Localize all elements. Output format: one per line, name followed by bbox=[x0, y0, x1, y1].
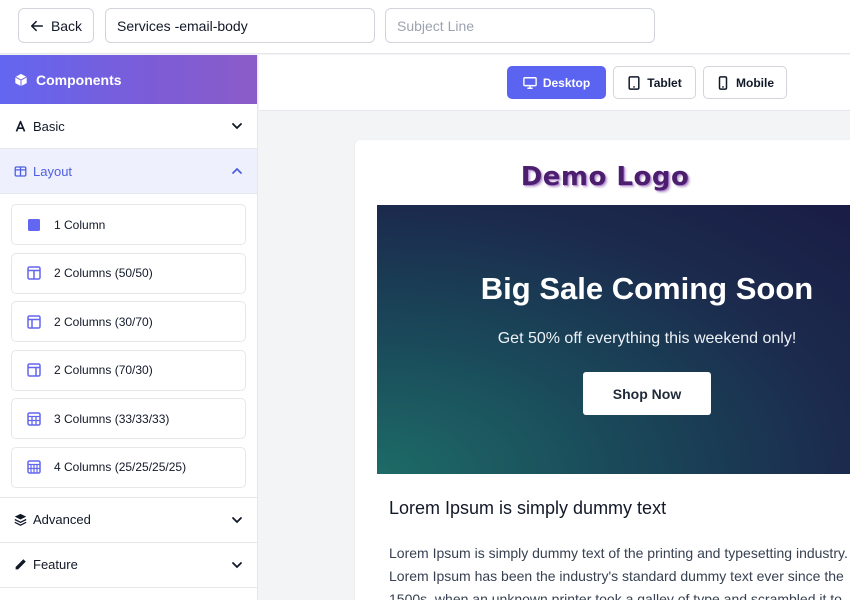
hero-title: Big Sale Coming Soon bbox=[480, 271, 814, 306]
tablet-icon bbox=[628, 75, 640, 90]
grid-icon bbox=[27, 460, 41, 474]
monitor-icon bbox=[523, 76, 537, 89]
hero-subtitle: Get 50% off everything this weekend only… bbox=[497, 330, 797, 347]
layout-item-label: 3 Columns (33/33/33) bbox=[54, 411, 170, 426]
sidebar-title: Components bbox=[36, 71, 122, 88]
section-advanced[interactable]: Advanced bbox=[0, 497, 257, 543]
back-button-label: Back bbox=[50, 17, 83, 34]
arrow-left-icon bbox=[30, 20, 43, 31]
email-preview-canvas[interactable]: Demo Logo Big Sale Coming Soon Get 50% o… bbox=[355, 140, 850, 600]
mobile-icon bbox=[718, 75, 728, 90]
layout-item-4-columns[interactable]: 4 Columns (25/25/25/25) bbox=[11, 446, 246, 488]
section-basic-label: Basic bbox=[33, 118, 65, 134]
columns-icon bbox=[27, 363, 41, 377]
grid-icon bbox=[27, 411, 41, 426]
layout-columns-icon bbox=[14, 165, 27, 177]
section-feature-label: Feature bbox=[33, 557, 78, 572]
pencil-icon bbox=[15, 559, 26, 570]
shop-now-button[interactable]: Shop Now bbox=[583, 372, 711, 415]
section-layout-label: Layout bbox=[33, 163, 73, 179]
top-bar: Back bbox=[0, 0, 850, 54]
mobile-label: Mobile bbox=[736, 75, 774, 90]
cube-icon bbox=[15, 73, 27, 86]
layout-item-2-columns-70-30[interactable]: 2 Columns (70/30) bbox=[11, 349, 246, 391]
layout-item-label: 2 Columns (30/70) bbox=[54, 314, 153, 329]
columns-icon bbox=[27, 314, 41, 329]
hero-banner[interactable]: Big Sale Coming Soon Get 50% off everyth… bbox=[377, 205, 850, 474]
sidebar-header: Components bbox=[0, 55, 257, 104]
back-button[interactable]: Back bbox=[18, 8, 94, 43]
chevron-down-icon bbox=[232, 516, 242, 523]
editor-main: Desktop Tablet Mobile Demo Logo Big Sale… bbox=[259, 55, 850, 600]
layout-item-label: 4 Columns (25/25/25/25) bbox=[54, 460, 187, 474]
email-logo[interactable]: Demo Logo bbox=[355, 162, 850, 192]
layout-items-list: 1 Column 2 Columns (50/50) 2 Columns (30… bbox=[0, 194, 257, 498]
desktop-label: Desktop bbox=[542, 75, 591, 90]
layers-icon bbox=[14, 513, 27, 526]
layout-item-label: 2 Columns (50/50) bbox=[54, 266, 153, 280]
layout-item-2-columns-30-70[interactable]: 2 Columns (30/70) bbox=[11, 301, 246, 342]
layout-item-label: 2 Columns (70/30) bbox=[54, 363, 153, 377]
content-line: 1500s, when an unknown printer took a ga… bbox=[389, 591, 842, 600]
mobile-view-button[interactable]: Mobile bbox=[703, 66, 787, 99]
desktop-view-button[interactable]: Desktop bbox=[507, 66, 606, 99]
layout-item-label: 1 Column bbox=[54, 217, 106, 232]
content-line: Lorem Ipsum has been the industry's stan… bbox=[389, 568, 844, 584]
logo-text: Demo Logo bbox=[520, 162, 690, 192]
section-feature[interactable]: Feature bbox=[0, 542, 257, 588]
chevron-down-icon bbox=[232, 561, 242, 568]
columns-icon bbox=[27, 266, 41, 280]
chevron-down-icon bbox=[232, 123, 242, 130]
tablet-view-button[interactable]: Tablet bbox=[613, 66, 696, 99]
subject-line-input[interactable] bbox=[385, 8, 655, 43]
tablet-label: Tablet bbox=[647, 75, 682, 90]
content-title: Lorem Ipsum is simply dummy text bbox=[389, 498, 667, 518]
device-toggle-bar: Desktop Tablet Mobile bbox=[259, 55, 850, 111]
components-sidebar: Components Basic Layout 1 Column 2 Colum… bbox=[0, 55, 258, 600]
section-basic[interactable]: Basic bbox=[0, 104, 257, 149]
template-name-input[interactable] bbox=[105, 8, 375, 43]
section-advanced-label: Advanced bbox=[33, 512, 91, 527]
layout-item-3-columns[interactable]: 3 Columns (33/33/33) bbox=[11, 398, 246, 439]
layout-item-1-column[interactable]: 1 Column bbox=[11, 204, 246, 245]
section-layout[interactable]: Layout bbox=[0, 149, 257, 194]
square-icon bbox=[28, 218, 40, 231]
content-body: Lorem Ipsum is simply dummy text of the … bbox=[389, 542, 848, 600]
chevron-up-icon bbox=[232, 167, 242, 174]
font-icon bbox=[15, 120, 26, 132]
layout-item-2-columns-50-50[interactable]: 2 Columns (50/50) bbox=[11, 252, 246, 294]
content-line: Lorem Ipsum is simply dummy text of the … bbox=[389, 545, 848, 561]
